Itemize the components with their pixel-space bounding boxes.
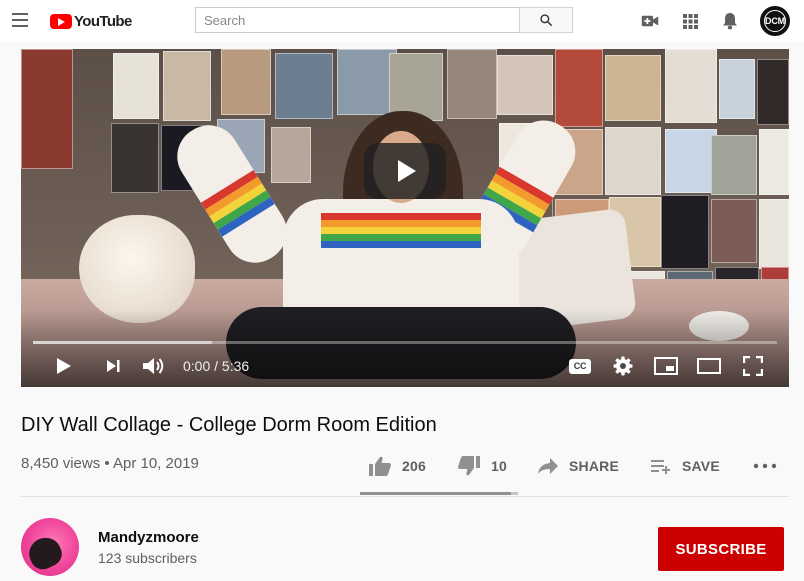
menu-icon[interactable]	[12, 13, 28, 27]
share-button[interactable]: SHARE	[537, 450, 619, 482]
progress-bar[interactable]	[33, 341, 777, 344]
captions-label: CC	[573, 361, 587, 371]
sentiment-like-fill	[360, 492, 511, 495]
upload-date: Apr 10, 2019	[112, 455, 199, 472]
next-button[interactable]	[100, 352, 126, 380]
buffered-bar	[33, 341, 212, 344]
logo-text: YouTube	[74, 12, 132, 30]
apps-button[interactable]	[680, 11, 700, 31]
create-video-button[interactable]	[640, 11, 660, 31]
account-initials: DCM	[764, 10, 786, 32]
save-button[interactable]: SAVE	[650, 450, 720, 482]
video-player[interactable]: 0:00 / 5:36 CC	[21, 49, 789, 387]
play-button[interactable]	[51, 352, 77, 380]
next-icon	[107, 360, 120, 372]
notifications-bell-icon	[723, 13, 737, 30]
share-icon	[538, 458, 558, 474]
more-actions-button[interactable]	[753, 450, 777, 482]
mute-button[interactable]	[139, 352, 169, 380]
dislike-button[interactable]: 10	[457, 450, 507, 482]
account-avatar[interactable]: DCM	[760, 6, 790, 36]
share-label: SHARE	[569, 458, 620, 474]
fullscreen-button[interactable]	[739, 352, 767, 380]
time-separator: /	[210, 358, 222, 374]
theater-mode-icon	[697, 358, 721, 374]
subscribe-button[interactable]: SUBSCRIBE	[658, 527, 784, 571]
dislike-count: 10	[491, 458, 507, 474]
more-horizontal-icon	[753, 463, 777, 469]
create-video-icon	[641, 15, 659, 27]
duration: 5:36	[221, 358, 250, 374]
settings-button[interactable]	[610, 352, 636, 380]
settings-gear-icon	[613, 356, 633, 376]
current-time: 0:00	[183, 358, 211, 374]
like-button[interactable]: 206	[368, 450, 426, 482]
search-button[interactable]	[519, 7, 573, 33]
search-icon	[540, 14, 553, 27]
search-bar	[195, 7, 573, 33]
video-meta: 8,450 views • Apr 10, 2019	[21, 455, 199, 472]
theater-mode-button[interactable]	[694, 352, 724, 380]
view-count: 8,450 views	[21, 455, 101, 472]
save-label: SAVE	[682, 458, 720, 474]
captions-icon: CC	[569, 358, 591, 374]
subscriber-count: 123 subscribers	[98, 550, 197, 566]
fullscreen-icon	[743, 356, 763, 376]
miniplayer-icon	[654, 357, 678, 375]
play-icon	[398, 160, 416, 182]
sentiment-bar	[360, 492, 518, 495]
large-play-button[interactable]	[364, 143, 446, 199]
video-title: DIY Wall Collage - College Dorm Room Edi…	[21, 414, 437, 436]
add-to-playlist-icon	[651, 460, 670, 474]
meta-separator: •	[100, 455, 113, 472]
notifications-button[interactable]	[720, 11, 740, 31]
thumbs-down-icon	[458, 456, 480, 476]
masthead: YouTube Search DCM	[0, 0, 804, 42]
miniplayer-button[interactable]	[651, 352, 681, 380]
divider	[21, 496, 789, 497]
time-display: 0:00 / 5:36	[183, 358, 249, 374]
channel-name[interactable]: Mandyzmoore	[98, 529, 199, 546]
apps-grid-icon	[682, 13, 698, 29]
like-count: 206	[402, 458, 426, 474]
masthead-buttons: DCM	[640, 5, 790, 37]
thumbs-up-icon	[369, 456, 391, 476]
youtube-logo[interactable]: YouTube	[50, 11, 132, 31]
volume-icon	[143, 358, 164, 374]
search-input[interactable]	[195, 7, 519, 33]
youtube-play-logo-icon	[50, 13, 72, 29]
play-icon	[57, 358, 71, 374]
channel-avatar[interactable]	[21, 518, 79, 576]
captions-button[interactable]: CC	[567, 352, 593, 380]
